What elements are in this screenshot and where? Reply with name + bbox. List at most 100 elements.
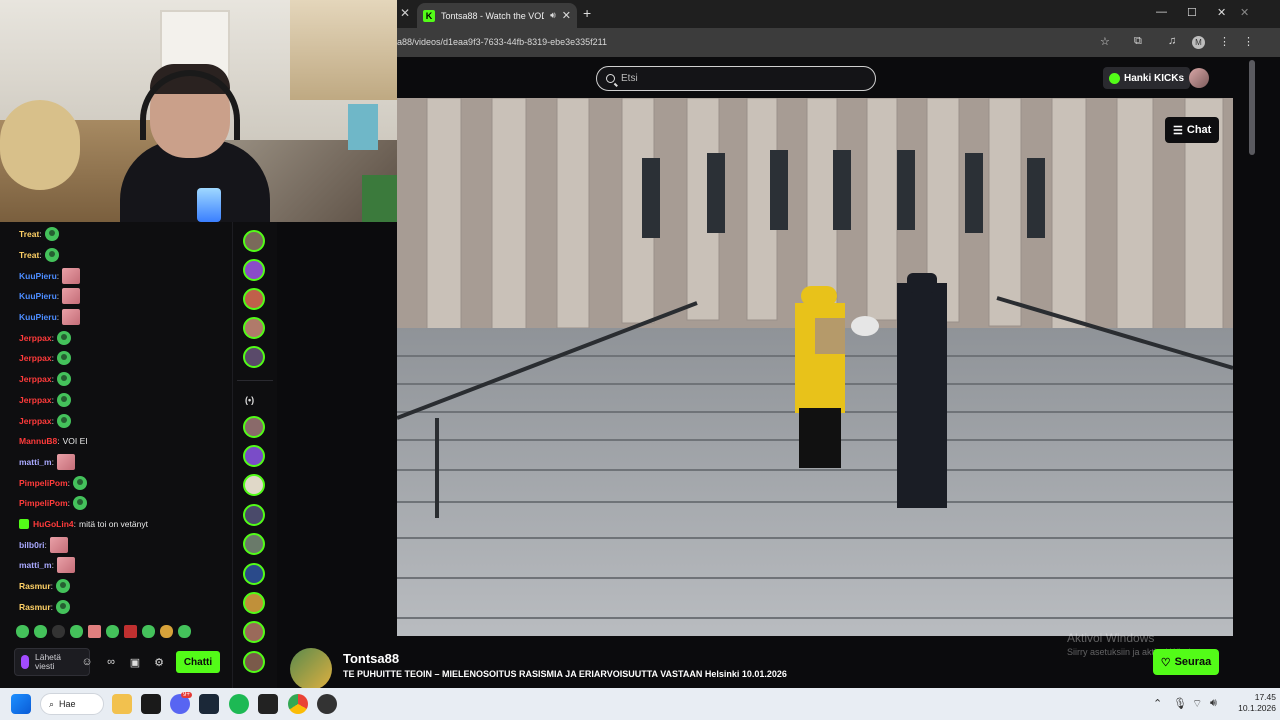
chat-username[interactable]: bilb0ri	[19, 540, 45, 550]
mic-icon[interactable]: 🎙︎	[1173, 697, 1187, 710]
chat-username[interactable]: Rasmur	[19, 581, 51, 591]
emote-icon[interactable]	[70, 625, 83, 638]
green-emote-icon[interactable]	[56, 599, 71, 614]
chat-username[interactable]: Jerppax	[19, 416, 52, 426]
spotify-icon[interactable]	[229, 694, 249, 714]
chat-username[interactable]: KuuPieru	[19, 271, 57, 281]
emote-icon[interactable]	[178, 625, 191, 638]
green-emote-icon[interactable]	[56, 579, 71, 594]
wifi-icon[interactable]: ⌔	[1192, 697, 1202, 711]
gear-icon[interactable]: ⚙	[150, 652, 168, 672]
chat-username[interactable]: HuGoLin4	[33, 519, 74, 529]
search-input[interactable]: Etsi	[596, 66, 876, 91]
chat-username[interactable]: Treat	[19, 229, 39, 239]
browser-tab[interactable]: K Tontsa88 - Watch the VOD 🔊︎ ✕	[417, 3, 577, 28]
chat-username[interactable]: KuuPieru	[19, 291, 57, 301]
gift-icon[interactable]: ▣	[126, 652, 144, 672]
user-avatar[interactable]	[1189, 68, 1209, 88]
menu-kebab-icon[interactable]: ⋮	[1243, 35, 1254, 48]
speaker-icon[interactable]: 🔊︎	[550, 10, 556, 21]
green-emote-icon[interactable]	[73, 475, 88, 490]
follow-button[interactable]: ♡ Seuraa	[1153, 649, 1219, 675]
chat-username[interactable]: PimpeliPom	[19, 498, 68, 508]
channel-avatar[interactable]	[243, 533, 265, 555]
app-icon[interactable]	[317, 694, 337, 714]
emoji-icon[interactable]: ☺	[78, 652, 96, 672]
green-emote-icon[interactable]	[56, 372, 71, 387]
send-chat-button[interactable]: Chatti	[176, 651, 220, 673]
channel-avatar[interactable]	[243, 259, 265, 281]
chat-username[interactable]: matti_m	[19, 560, 52, 570]
chat-username[interactable]: Jerppax	[19, 374, 52, 384]
pink-emote-icon[interactable]	[62, 267, 81, 284]
bookmark-star-icon[interactable]: ☆	[1100, 35, 1110, 48]
pink-emote-icon[interactable]	[62, 288, 81, 305]
profile-avatar[interactable]: M	[1192, 36, 1205, 49]
taskbar-search[interactable]: ⌕ Hae	[40, 693, 104, 715]
channel-avatar[interactable]	[243, 288, 265, 310]
channel-avatar[interactable]	[243, 445, 265, 467]
green-emote-icon[interactable]	[44, 227, 59, 242]
volume-icon[interactable]: 🔊︎	[1210, 697, 1217, 710]
channel-avatar[interactable]	[243, 621, 265, 643]
clock[interactable]: 17.45 10.1.2026	[1232, 692, 1276, 714]
extensions-icon[interactable]: ⧉	[1134, 35, 1142, 48]
chat-username[interactable]: Jerppax	[19, 395, 52, 405]
url-field[interactable]: a88/videos/d1eaa9f3-7633-44fb-8319-ebe3e…	[397, 37, 607, 47]
app-icon[interactable]	[141, 694, 161, 714]
green-emote-icon[interactable]	[73, 496, 88, 511]
emote-icon[interactable]	[88, 625, 101, 638]
chat-username[interactable]: KuuPieru	[19, 312, 57, 322]
video-player[interactable]: ☰ Chat	[397, 98, 1233, 636]
channel-avatar[interactable]	[243, 563, 265, 585]
emote-icon[interactable]	[160, 625, 173, 638]
green-emote-icon[interactable]	[56, 330, 71, 345]
chat-toggle-button[interactable]: ☰ Chat	[1165, 117, 1220, 143]
app-icon[interactable]	[258, 694, 278, 714]
maximize-icon[interactable]: ☐	[1187, 6, 1197, 19]
channel-avatar[interactable]	[243, 416, 265, 438]
media-control-icon[interactable]: ♫	[1168, 35, 1176, 47]
green-emote-icon[interactable]	[56, 351, 71, 366]
chat-username[interactable]: Jerppax	[19, 353, 52, 363]
emote-icon[interactable]	[52, 625, 65, 638]
chat-username[interactable]: Jerppax	[19, 333, 52, 343]
emote-icon[interactable]	[16, 625, 29, 638]
channel-avatar[interactable]	[243, 592, 265, 614]
window-close-icon[interactable]: ✕	[1217, 6, 1226, 19]
new-tab-icon[interactable]: +	[583, 5, 591, 21]
file-explorer-icon[interactable]	[112, 694, 132, 714]
emote-icon[interactable]	[106, 625, 119, 638]
close-icon[interactable]: ✕	[400, 6, 410, 20]
pink-emote-icon[interactable]	[56, 453, 75, 470]
pink-emote-icon[interactable]	[62, 309, 81, 326]
page-scrollbar[interactable]	[1249, 60, 1255, 155]
chrome-icon[interactable]	[288, 694, 308, 714]
menu-kebab-icon[interactable]: ⋮	[1219, 35, 1230, 48]
get-kicks-button[interactable]: Hanki KICKs	[1103, 67, 1191, 89]
emote-icon[interactable]	[142, 625, 155, 638]
channel-avatar[interactable]	[243, 474, 265, 496]
pink-emote-icon[interactable]	[56, 557, 75, 574]
chat-username[interactable]: Treat	[19, 250, 39, 260]
kicks-tip-icon[interactable]: ∞	[102, 652, 120, 672]
channel-avatar[interactable]	[243, 346, 265, 368]
green-emote-icon[interactable]	[44, 248, 59, 263]
minimize-icon[interactable]: —	[1156, 6, 1167, 18]
tab-close-icon[interactable]: ✕	[562, 9, 571, 22]
channel-name[interactable]: Tontsa88	[343, 651, 399, 666]
start-windows-icon[interactable]	[11, 694, 31, 714]
green-emote-icon[interactable]	[56, 413, 71, 428]
channel-avatar[interactable]	[243, 651, 265, 673]
chat-username[interactable]: Rasmur	[19, 602, 51, 612]
green-emote-icon[interactable]	[56, 392, 71, 407]
channel-avatar[interactable]	[243, 317, 265, 339]
emote-icon[interactable]	[124, 625, 137, 638]
chat-username[interactable]: MannuB8	[19, 436, 57, 446]
chat-username[interactable]: PimpeliPom	[19, 478, 68, 488]
channel-avatar[interactable]	[243, 230, 265, 252]
emote-icon[interactable]	[34, 625, 47, 638]
steam-icon[interactable]	[199, 694, 219, 714]
chat-username[interactable]: matti_m	[19, 457, 52, 467]
pink-emote-icon[interactable]	[49, 536, 68, 553]
